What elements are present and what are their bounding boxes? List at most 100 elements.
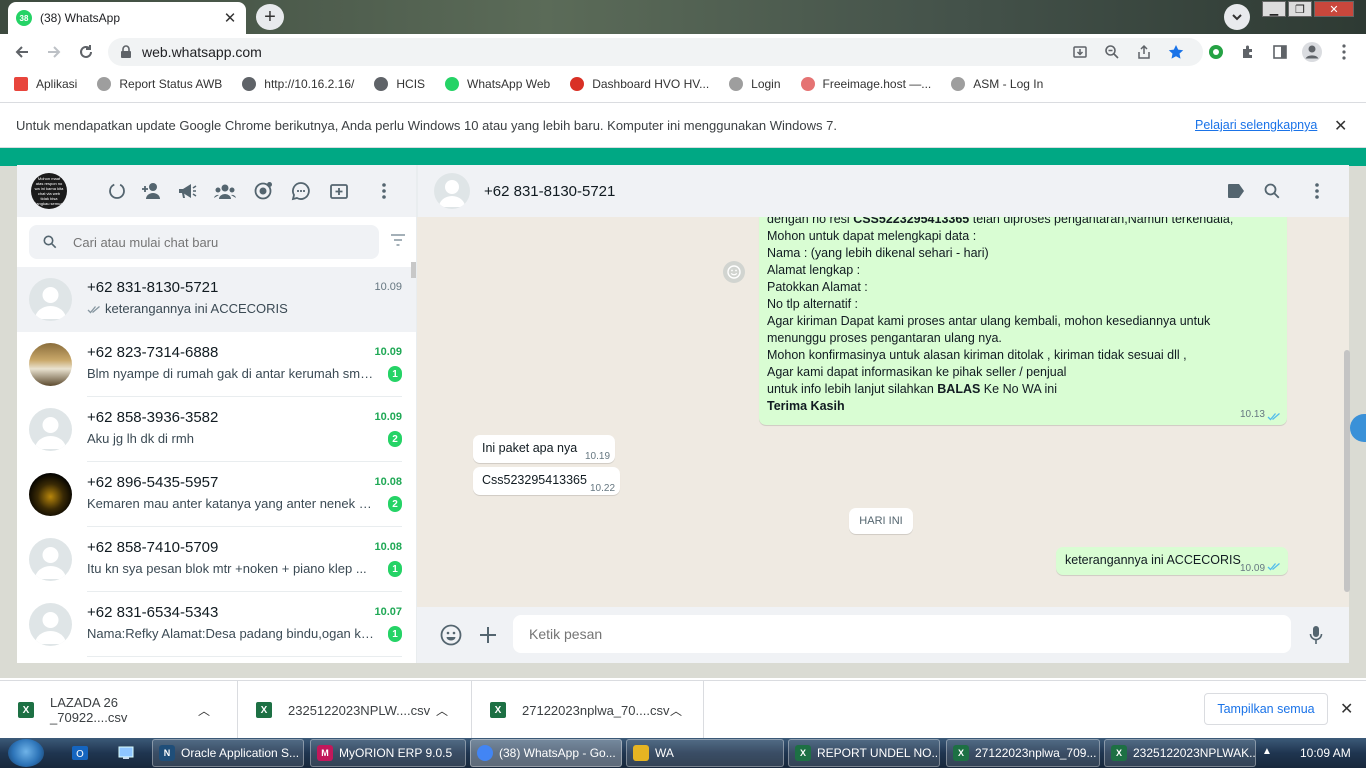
close-window-button[interactable]: ✕ [1314, 1, 1354, 17]
bookmark-item[interactable]: http://10.16.2.16/ [242, 77, 354, 91]
bookmark-label: http://10.16.2.16/ [264, 77, 355, 91]
tab-close-icon[interactable]: ✕ [222, 9, 238, 27]
share-icon[interactable] [1132, 40, 1156, 64]
microphone-icon[interactable] [1304, 623, 1328, 647]
conversation-header[interactable]: +62 831-8130-5721 [417, 165, 1349, 217]
message-input[interactable] [513, 615, 1291, 653]
status-icon[interactable] [105, 179, 129, 203]
chat-search-input[interactable] [73, 234, 353, 250]
show-all-downloads-button[interactable]: Tampilkan semua [1204, 693, 1328, 725]
new-tab-button[interactable]: + [256, 4, 284, 30]
chevron-down-icon [1232, 14, 1242, 21]
community-chat-icon[interactable] [289, 179, 313, 203]
tray-expand-icon[interactable]: ▲ [1262, 746, 1272, 757]
download-item[interactable]: X 2325122023NPLW....csv ︿ [238, 681, 472, 739]
taskbar-task[interactable]: X 2325122023NPLWAK... [1104, 739, 1256, 767]
address-bar[interactable]: web.whatsapp.com [108, 38, 1203, 66]
bookmark-item[interactable]: Login [729, 77, 781, 91]
chat-item-body: +62 823-7314-6888 10.09 Blm nyampe di ruma… [87, 332, 402, 397]
channels-icon[interactable] [251, 179, 275, 203]
chevron-up-icon[interactable]: ︿ [198, 702, 210, 719]
communities-icon[interactable] [213, 179, 237, 203]
minimize-window-button[interactable]: ▁ [1262, 1, 1286, 17]
chevron-up-icon[interactable]: ︿ [670, 702, 682, 719]
task-app-icon [477, 745, 493, 761]
outgoing-message-bubble[interactable]: keterangannya ini ACCECORIS 10.09 [1056, 547, 1288, 575]
browser-tab-whatsapp[interactable]: 38 (38) WhatsApp ✕ [8, 2, 246, 34]
task-app-icon: N [159, 745, 175, 761]
browser-menu-icon[interactable] [1332, 40, 1356, 64]
unread-filter-icon[interactable] [390, 233, 406, 247]
search-icon [43, 235, 57, 249]
message-text: Css523295413365 [482, 473, 587, 487]
chat-list-item[interactable]: +62 858-7410-5709 10.08 Itu kn sya pesan b… [17, 527, 416, 592]
chat-list-item[interactable]: +62 858-3936-3582 10.09 Aku jg lh dk di rm… [17, 397, 416, 462]
chat-item-time: 10.09 [374, 281, 402, 293]
chat-list-item[interactable]: +62 896-5435-5957 10.08 Kemaren mau anter … [17, 462, 416, 527]
chevron-up-icon[interactable]: ︿ [436, 702, 448, 719]
reload-button[interactable] [70, 36, 102, 68]
bookmark-item[interactable]: ASM - Log In [951, 77, 1043, 91]
add-contact-icon[interactable] [140, 179, 164, 203]
infobar-close-icon[interactable]: ✕ [1334, 116, 1347, 136]
start-button[interactable] [8, 739, 44, 767]
maximize-window-button[interactable]: ❐ [1288, 1, 1312, 17]
tab-search-button[interactable] [1224, 4, 1250, 30]
taskbar-task[interactable]: (38) WhatsApp - Go... [470, 739, 622, 767]
bookmark-item[interactable]: Aplikasi [14, 77, 77, 91]
chat-search-box[interactable] [29, 225, 379, 259]
desktop-quicklaunch-icon[interactable] [112, 741, 140, 765]
taskbar-task[interactable]: M MyORION ERP 9.0.5 [310, 739, 466, 767]
bookmark-item[interactable]: WhatsApp Web [445, 77, 550, 91]
bookmark-item[interactable]: Freeimage.host —... [800, 77, 931, 91]
chat-list-scrollbar[interactable] [411, 262, 416, 278]
bookmark-item[interactable]: HCIS [374, 77, 425, 91]
outlook-quicklaunch-icon[interactable]: O [66, 741, 94, 765]
back-button[interactable] [6, 36, 38, 68]
attach-plus-icon[interactable] [476, 623, 500, 647]
incoming-message-bubble[interactable]: Css523295413365 10.22 [473, 467, 620, 495]
install-app-icon[interactable] [1068, 40, 1092, 64]
download-item[interactable]: X LAZADA 26 _70922....csv ︿ [0, 681, 238, 739]
svg-text:O: O [76, 749, 84, 760]
profile-avatar-icon[interactable] [1300, 40, 1324, 64]
incoming-message-bubble[interactable]: Ini paket apa nya 10.19 [473, 435, 615, 463]
label-tag-icon[interactable] [1224, 179, 1248, 203]
chat-item-preview: keterangannya ini ACCECORIS [87, 301, 377, 316]
bookmark-item[interactable]: Dashboard HVO HV... [570, 77, 709, 91]
contact-name[interactable]: +62 831-8130-5721 [484, 183, 615, 200]
react-emoji-icon[interactable] [723, 261, 745, 283]
taskbar-task[interactable]: N Oracle Application S... [152, 739, 304, 767]
zoom-icon[interactable] [1100, 40, 1124, 64]
side-panel-icon[interactable] [1268, 40, 1292, 64]
task-label: 27122023nplwa_709... [975, 746, 1097, 760]
task-label: WA [655, 746, 674, 760]
chat-list-item[interactable]: +62 831-6534-5343 10.07 Nama:Refky Alamat:… [17, 592, 416, 657]
taskbar-task[interactable]: X 27122023nplwa_709... [946, 739, 1100, 767]
conversation-search-icon[interactable] [1260, 179, 1284, 203]
contact-avatar[interactable] [434, 173, 470, 209]
conversation-scrollbar[interactable] [1344, 350, 1350, 592]
lock-icon [121, 45, 131, 58]
broadcast-megaphone-icon[interactable] [175, 179, 199, 203]
outgoing-message-bubble[interactable]: dengan no resi CSS5223295413365 telah di… [759, 217, 1287, 425]
chat-list-item[interactable]: +62 823-7314-6888 10.09 Blm nyampe di ruma… [17, 332, 416, 397]
emoji-icon[interactable] [439, 623, 463, 647]
conversation-menu-icon[interactable] [1305, 179, 1329, 203]
learn-more-link[interactable]: Pelajari selengkapnya [1195, 118, 1317, 132]
downloads-close-icon[interactable]: ✕ [1340, 699, 1353, 719]
bookmark-item[interactable]: Report Status AWB [97, 77, 222, 91]
my-profile-avatar[interactable]: Mohon maaf atas respon no wa ini karna k… [31, 173, 67, 209]
download-item[interactable]: X 27122023nplwa_70....csv ︿ [472, 681, 704, 739]
taskbar-task[interactable]: WA [626, 739, 784, 767]
new-chat-icon[interactable] [327, 179, 351, 203]
chat-list-item[interactable]: +62 831-8130-5721 10.09 keterangannya ini … [17, 267, 416, 332]
whatsapp-extension-icon[interactable] [1204, 40, 1228, 64]
bookmark-star-icon[interactable] [1164, 40, 1188, 64]
forward-button[interactable] [38, 36, 70, 68]
bookmark-favicon-icon [97, 77, 112, 91]
taskbar-task[interactable]: X REPORT UNDEL NO... [788, 739, 940, 767]
sidebar-menu-icon[interactable] [372, 179, 396, 203]
extensions-puzzle-icon[interactable] [1236, 40, 1260, 64]
message-line: Nama : (yang lebih dikenal sehari - hari… [767, 246, 989, 260]
